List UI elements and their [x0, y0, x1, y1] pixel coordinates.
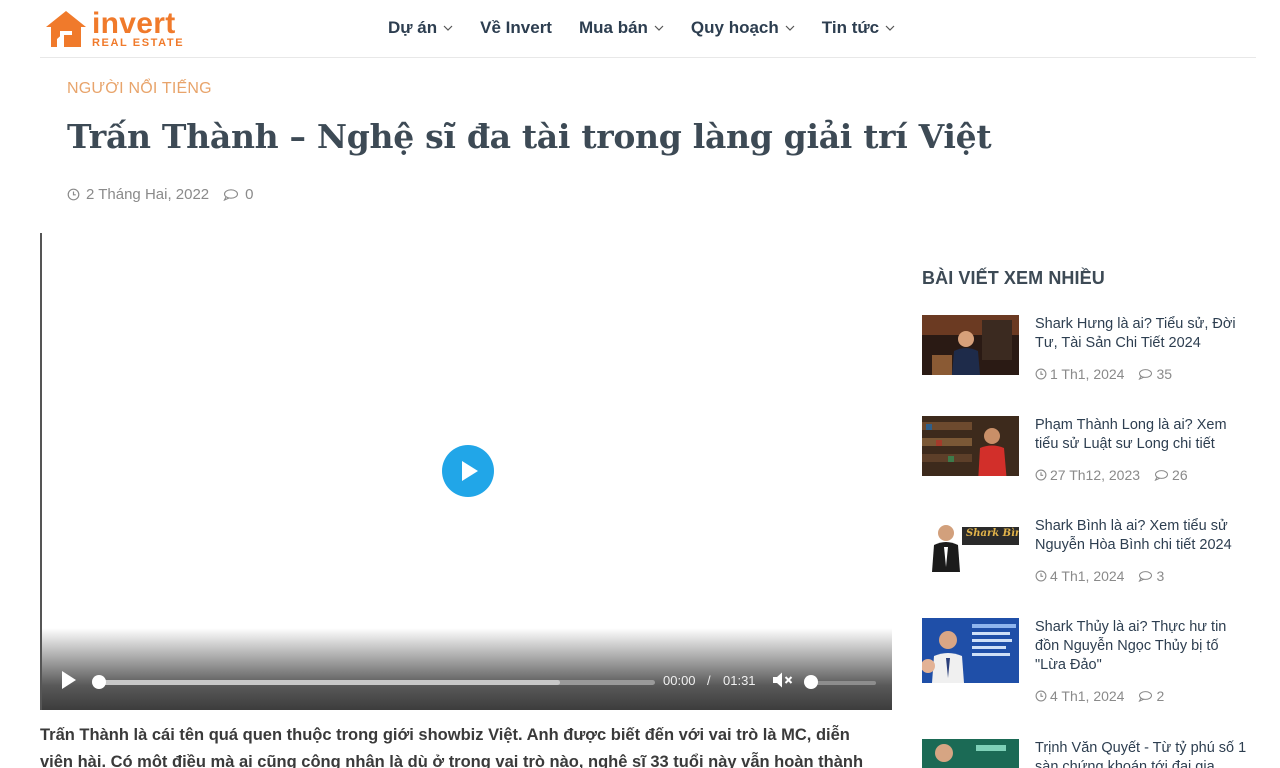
- big-play-button[interactable]: [442, 445, 494, 497]
- article-title: Trấn Thành – Nghệ sĩ đa tài trong làng g…: [67, 117, 992, 156]
- nav-item-du-an[interactable]: Dự án: [388, 18, 453, 38]
- nav-item-ve-invert[interactable]: Về Invert: [480, 18, 552, 38]
- sidebar-post-date: 4 Th1, 2024: [1050, 688, 1125, 704]
- comment-icon: [1138, 369, 1153, 380]
- person-photo-icon: [922, 315, 1019, 375]
- video-current-time: 00:00: [663, 673, 696, 688]
- comment-icon: [223, 189, 239, 201]
- video-duration: 01:31: [723, 673, 756, 688]
- play-button[interactable]: [60, 670, 78, 695]
- logo-tagline: REAL ESTATE: [92, 37, 185, 49]
- comment-icon: [1138, 691, 1153, 702]
- sidebar-post-comments[interactable]: 35: [1138, 366, 1172, 382]
- nav-item-mua-ban[interactable]: Mua bán: [579, 18, 664, 38]
- sidebar-post-comment-count: 3: [1156, 568, 1165, 584]
- person-photo-icon: [922, 739, 1019, 768]
- article-paragraph-line: viên hài. Có một điều mà ai cũng công nh…: [40, 753, 864, 768]
- house-logo-icon: [46, 11, 86, 47]
- play-icon: [462, 461, 478, 481]
- sidebar-post-date: 27 Th12, 2023: [1050, 467, 1141, 483]
- comment-icon: [1138, 571, 1153, 582]
- person-photo-icon: [922, 416, 1019, 476]
- video-controls: 00:00 / 01:31: [42, 654, 892, 710]
- article-comment-count: 0: [245, 186, 254, 203]
- article-body: Trấn Thành là cái tên quá quen thuộc tro…: [40, 722, 892, 768]
- sidebar-post-thumbnail[interactable]: [922, 739, 1019, 768]
- mute-button[interactable]: [772, 671, 794, 694]
- nav-item-quy-hoach[interactable]: Quy hoạch: [691, 18, 795, 38]
- sidebar-post-thumbnail[interactable]: [922, 315, 1019, 375]
- play-icon: [62, 671, 76, 689]
- sidebar-post-title-link[interactable]: Shark Hưng là ai? Tiểu sử, Đời Tư, Tài S…: [1035, 315, 1250, 353]
- sidebar-post-meta: 4 Th1, 2024 2: [1035, 688, 1164, 704]
- volume-slider[interactable]: [810, 681, 876, 685]
- sidebar-post-comment-count: 2: [1156, 688, 1165, 704]
- nav-item-tin-tuc[interactable]: Tin tức: [822, 18, 895, 38]
- video-player[interactable]: 00:00 / 01:31: [40, 233, 892, 710]
- clock-icon: [1035, 368, 1047, 380]
- sidebar-post-meta: 1 Th1, 2024 35: [1035, 366, 1172, 382]
- clock-icon: [1035, 570, 1047, 582]
- chevron-down-icon: [654, 25, 664, 31]
- article-paragraph-line: Trấn Thành là cái tên quá quen thuộc tro…: [40, 726, 850, 744]
- chevron-down-icon: [443, 25, 453, 31]
- sidebar-post-title-link[interactable]: Phạm Thành Long là ai? Xem tiểu sử Luật …: [1035, 416, 1250, 454]
- nav-item-label: Về Invert: [480, 18, 552, 37]
- sidebar-post-comments[interactable]: 26: [1154, 467, 1188, 483]
- nav-item-label: Dự án: [388, 18, 438, 37]
- sidebar-post-comments[interactable]: 3: [1138, 568, 1164, 584]
- sidebar-post-date: 4 Th1, 2024: [1050, 568, 1125, 584]
- person-photo-icon: [922, 618, 1019, 683]
- sidebar-post-date: 1 Th1, 2024: [1050, 366, 1125, 382]
- clock-icon: [1035, 690, 1047, 702]
- sidebar-post-comments[interactable]: 2: [1138, 688, 1164, 704]
- site-logo[interactable]: invert REAL ESTATE: [44, 9, 204, 49]
- sidebar-post-comment-count: 35: [1156, 366, 1173, 382]
- sidebar-post-thumbnail[interactable]: Shark Bình: [922, 517, 1019, 577]
- sidebar-post-meta: 27 Th12, 2023 26: [1035, 467, 1188, 483]
- article-date: 2 Tháng Hai, 2022: [86, 186, 210, 203]
- nav-item-label: Mua bán: [578, 18, 648, 37]
- sidebar-post-comment-count: 26: [1172, 467, 1188, 483]
- sidebar-post-thumbnail[interactable]: [922, 618, 1019, 683]
- sidebar-post-title-link[interactable]: Shark Thủy là ai? Thực hư tin đồn Nguyễn…: [1035, 618, 1250, 675]
- article-meta: 2 Tháng Hai, 2022 0: [67, 186, 254, 203]
- logo-wordmark: invert: [92, 7, 176, 40]
- article-category-link[interactable]: NGƯỜI NỔI TIẾNG: [67, 80, 212, 98]
- sidebar-title: BÀI VIẾT XEM NHIỀU: [922, 268, 1105, 288]
- sidebar-post-thumbnail[interactable]: [922, 416, 1019, 476]
- video-progress-handle[interactable]: [92, 675, 106, 689]
- sidebar-post-meta: 4 Th1, 2024 3: [1035, 568, 1164, 584]
- nav-item-label: Quy hoạch: [690, 18, 779, 37]
- clock-icon: [67, 188, 80, 201]
- sidebar-post-title-link[interactable]: Trịnh Văn Quyết - Từ tỷ phú số 1 sàn chứ…: [1035, 739, 1250, 768]
- chevron-down-icon: [885, 25, 895, 31]
- thumbnail-caption: Shark Bình: [966, 528, 1019, 539]
- sidebar-post-title-link[interactable]: Shark Bình là ai? Xem tiểu sử Nguyễn Hòa…: [1035, 517, 1250, 555]
- video-time-separator: /: [707, 673, 711, 688]
- article-comments-link[interactable]: 0: [223, 186, 254, 203]
- clock-icon: [1035, 469, 1047, 481]
- site-header: invert REAL ESTATE Dự án Về Invert Mua b…: [40, 0, 1256, 58]
- volume-handle[interactable]: [804, 675, 818, 689]
- person-photo-icon: [922, 517, 1019, 572]
- video-buffer-bar: [96, 680, 560, 685]
- video-progress-bar[interactable]: [96, 680, 655, 685]
- volume-muted-icon: [773, 672, 793, 688]
- nav-item-label: Tin tức: [821, 18, 880, 37]
- comment-icon: [1154, 470, 1169, 481]
- chevron-down-icon: [785, 25, 795, 31]
- sidebar-post: Trịnh Văn Quyết - Từ tỷ phú số 1 sàn chứ…: [922, 739, 1256, 768]
- main-nav: Dự án Về Invert Mua bán Quy hoạch Tin tứ…: [388, 0, 922, 56]
